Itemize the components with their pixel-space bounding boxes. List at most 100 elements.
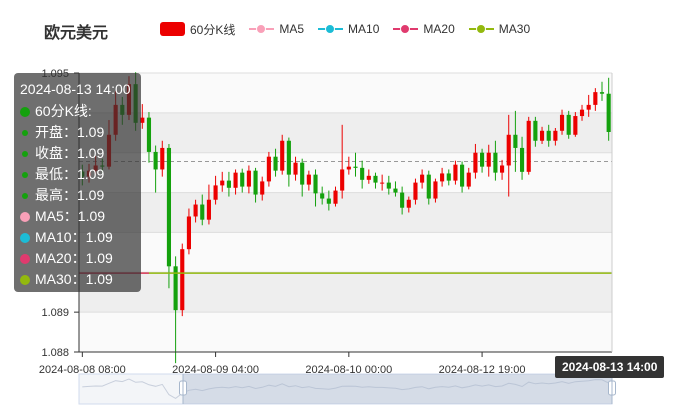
tooltip: 2024-08-13 14:00 60分K线: 开盘：1.09 收盘：1.09 … (14, 73, 141, 292)
ma30-dot-icon (20, 274, 30, 285)
candle-body (266, 156, 271, 182)
candle-body (446, 173, 451, 181)
candle (566, 110, 571, 139)
grid-band (79, 272, 612, 313)
candle-body (160, 147, 165, 170)
legend-item-kline[interactable]: 60分K线 (160, 21, 235, 38)
legend-label: 60分K线 (190, 22, 236, 37)
tooltip-series-row: 60分K线: (20, 101, 135, 122)
tooltip-high: 最高：1.09 (35, 187, 105, 203)
ma5-dot-icon (20, 211, 30, 222)
legend-item-ma30[interactable]: MA30 (468, 22, 531, 36)
grid-band (79, 232, 612, 273)
bullet-icon (22, 171, 28, 178)
y-tick-label: 1.089 (41, 307, 69, 319)
bullet-icon (22, 150, 28, 157)
tooltip-low-row: 最低：1.09 (20, 164, 135, 185)
candle-body (460, 164, 465, 187)
candle-body (226, 180, 231, 188)
candle-body (486, 152, 491, 167)
candle-body (553, 130, 558, 141)
bullet-icon (22, 129, 28, 136)
legend-candle-swatch (160, 22, 185, 36)
candle-body (213, 185, 218, 200)
grid-band (79, 112, 612, 153)
tooltip-open-row: 开盘：1.09 (20, 122, 135, 143)
tooltip-high-row: 最高：1.09 (20, 185, 135, 206)
zoom-selection (183, 374, 612, 404)
candle-body (606, 93, 611, 132)
axis-pointer-label: 2024-08-13 14:00 (555, 356, 665, 378)
tooltip-ma5: MA5：1.09 (35, 208, 106, 224)
candle-body (206, 199, 211, 220)
legend-item-ma20[interactable]: MA20 (393, 22, 455, 36)
candle-body (246, 170, 251, 187)
candle-body (533, 120, 538, 141)
candle-body (273, 156, 278, 171)
tooltip-series-name: 60分K线: (35, 103, 92, 119)
candle (266, 151, 271, 187)
candle-body (566, 114, 571, 135)
tooltip-ma30-row: MA30：1.09 (20, 269, 135, 290)
legend-label: MA10 (348, 22, 380, 36)
grid-band (79, 152, 612, 193)
legend-line-swatch (468, 22, 494, 36)
candle-body (406, 199, 411, 208)
candle-body (593, 92, 598, 105)
candle-body (480, 152, 485, 167)
candle-body (559, 114, 565, 131)
candle-body (253, 170, 258, 195)
tooltip-ma10-row: MA10：1.09 (20, 227, 135, 248)
candle-body (353, 166, 358, 168)
legend-line-swatch (318, 22, 344, 36)
legend-line-swatch (393, 22, 419, 36)
tooltip-low: 最低：1.09 (35, 166, 105, 182)
legend-label: MA20 (423, 22, 455, 36)
candle-body (146, 117, 152, 152)
candle (180, 243, 185, 317)
candle-body (200, 204, 205, 220)
candle-body (220, 180, 225, 186)
candle (526, 116, 531, 175)
candle-body (380, 182, 385, 184)
tooltip-close: 收盘：1.09 (35, 145, 105, 161)
grid-band (79, 312, 612, 352)
candle-body (420, 174, 425, 183)
candle-body (493, 152, 498, 173)
candle-body (500, 165, 505, 173)
candle-body (393, 188, 398, 193)
tooltip-ma20: MA20：1.09 (35, 250, 113, 266)
legend-line-swatch (249, 22, 275, 36)
ma20-dot-icon (20, 253, 30, 264)
candle-body (466, 172, 471, 187)
tooltip-ma30: MA30：1.09 (35, 271, 113, 287)
y-tick-label: 1.088 (41, 347, 69, 359)
candle-body (240, 172, 245, 187)
bullet-icon (22, 192, 28, 199)
tooltip-open: 开盘：1.09 (35, 124, 105, 140)
x-tick-labels: 2024-08-08 08:00 2024-08-09 04:00 2024-08-… (39, 352, 526, 376)
ma10-dot-icon (20, 232, 30, 243)
candle-body (473, 152, 478, 173)
candle-body (326, 198, 331, 204)
tooltip-time: 2024-08-13 14:00 (20, 81, 131, 97)
grid-bands (79, 73, 612, 352)
candle-body (373, 175, 378, 183)
candle-body (526, 120, 531, 172)
series-dot-icon (20, 106, 30, 117)
candle-body (599, 92, 605, 94)
tooltip-close-row: 收盘：1.09 (20, 143, 135, 164)
candle-body (506, 134, 511, 166)
legend-label: MA30 (498, 22, 531, 36)
legend-item-ma5[interactable]: MA5 (249, 22, 304, 36)
candle-body (320, 193, 325, 199)
candle-body (573, 116, 578, 135)
candle-body (313, 174, 318, 194)
candle-body (579, 109, 585, 117)
legend-item-ma10[interactable]: MA10 (318, 22, 379, 36)
legend-label: MA5 (279, 22, 305, 36)
candle-body (340, 169, 345, 191)
candle-body (180, 249, 185, 311)
grid-band (79, 73, 612, 113)
candle-body (193, 204, 198, 217)
